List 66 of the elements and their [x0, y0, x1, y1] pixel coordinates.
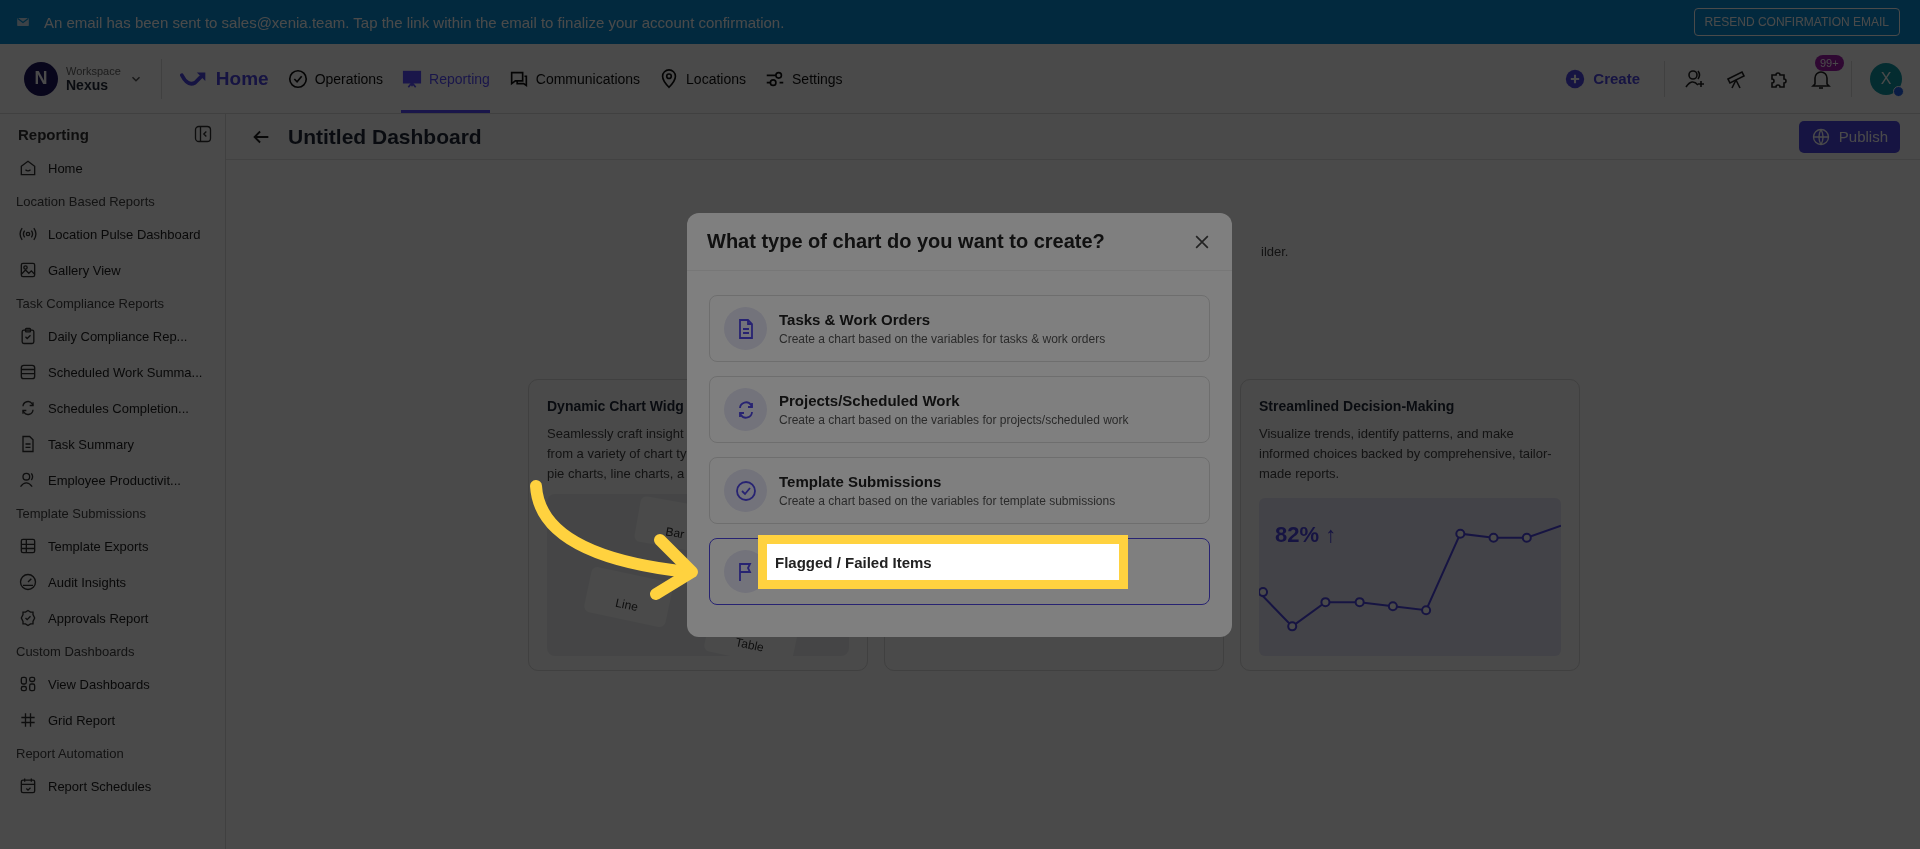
card-title: Dynamic Chart Widg — [547, 398, 684, 414]
sidebar-item[interactable]: Location Pulse Dashboard — [18, 216, 213, 252]
option-title: Flagged / Failed Items — [775, 553, 932, 571]
option-description: Create a chart based on the variables for projects/scheduled work — [779, 413, 1129, 427]
check-circle-icon — [286, 67, 309, 90]
chart-point — [1354, 597, 1365, 608]
nav-tab[interactable]: Locations — [658, 44, 746, 113]
option-description: Create a chart based on the variables for tasks & work orders — [779, 332, 1106, 346]
refresh-icon — [724, 388, 767, 431]
chart-point — [1320, 597, 1331, 608]
gauge-icon — [18, 572, 38, 592]
chart-type-option[interactable]: Flagged / Failed Items — [709, 538, 1210, 605]
sidebar-item[interactable]: Audit Insights — [18, 564, 213, 600]
chart-point — [1287, 621, 1298, 632]
workspace-avatar: N — [24, 61, 58, 96]
option-title: Tasks & Work Orders — [779, 311, 932, 328]
chart-point — [1259, 587, 1269, 598]
hash-icon — [18, 710, 38, 730]
notification-count: 99+ — [1815, 54, 1844, 71]
sidebar-item[interactable]: View Dashboards — [18, 666, 213, 702]
sidebar-item[interactable]: Template Exports — [18, 528, 213, 564]
chart-type-option[interactable]: Template Submissions Create a chart based on the variables for template submissions — [709, 457, 1210, 524]
sidebar-item[interactable]: Daily Compliance Rep... — [18, 318, 213, 354]
check-circle-icon — [724, 469, 767, 512]
image-icon — [18, 260, 38, 280]
sidebar-title: Reporting — [18, 125, 89, 143]
option-title: Projects/Scheduled Work — [779, 392, 961, 409]
badge-check-icon — [18, 608, 38, 628]
sidebar-item[interactable]: Grid Report — [18, 702, 213, 738]
chart-point — [1521, 532, 1532, 543]
nav-tab[interactable]: Communications — [507, 44, 641, 113]
mail-icon — [16, 15, 30, 29]
sidebar-item[interactable]: Report Schedules — [18, 768, 213, 804]
user-avatar[interactable]: X — [1870, 62, 1902, 95]
sidebar-item[interactable]: Approvals Report — [18, 600, 213, 636]
sidebar-item[interactable]: Scheduled Work Summa... — [18, 354, 213, 390]
chart-point — [1421, 605, 1432, 616]
collapse-sidebar-icon[interactable] — [193, 124, 213, 144]
chart-point — [1387, 601, 1398, 612]
option-description: Create a chart based on the variables for template submissions — [779, 494, 1116, 508]
list-icon — [18, 362, 38, 382]
nav-tab[interactable]: Operations — [286, 44, 384, 113]
calendar-icon — [18, 776, 38, 796]
sidebar-item[interactable]: Employee Productivit... — [18, 462, 213, 498]
dialog-title: What type of chart do you want to create? — [707, 230, 1105, 253]
workspace-name: Nexus — [66, 76, 109, 93]
sidebar-item[interactable]: Task Summary — [18, 426, 213, 462]
resend-button[interactable]: RESEND CONFIRMATION EMAIL — [1693, 8, 1900, 36]
document-icon — [724, 307, 767, 350]
chart-type-option[interactable]: Tasks & Work Orders Create a chart based on the variables for tasks & work orders — [709, 295, 1210, 362]
nav-tab[interactable]: Settings — [764, 44, 843, 113]
page-title: Untitled Dashboard — [288, 124, 483, 149]
sidebar-item[interactable]: Home — [18, 150, 213, 186]
chart-point — [1455, 528, 1466, 539]
grid-icon — [18, 536, 38, 556]
chart-point — [1488, 532, 1499, 543]
house-icon — [18, 158, 38, 178]
card-title: Streamlined Decision-Making — [1259, 398, 1455, 414]
sidebar-item[interactable]: Schedules Completion... — [18, 390, 213, 426]
dashboard-icon — [18, 674, 38, 694]
chart-type-option[interactable]: Projects/Scheduled Work Create a chart based on the variables for projects/scheduled work — [709, 376, 1210, 443]
globe-icon — [1810, 126, 1831, 147]
plus-circle-icon — [1565, 68, 1586, 89]
banner-message: An email has been sent to sales@xenia.team. Tap the link within the email to finalize your account confirmation. — [44, 13, 786, 31]
sidebar-item[interactable]: Gallery View — [18, 252, 213, 288]
option-title: Template Submissions — [779, 473, 943, 490]
